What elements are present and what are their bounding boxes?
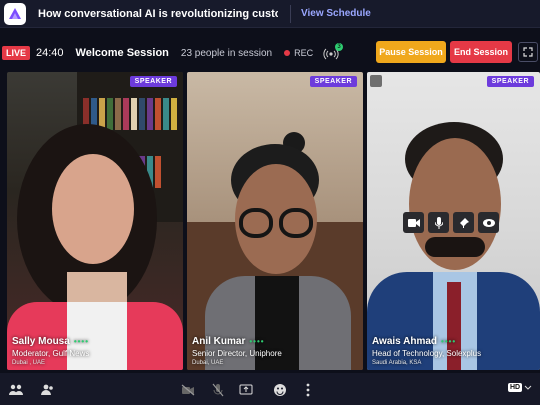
video-tile-sally-mousa[interactable]: SPEAKER Sally Mousa •••• Moderator, Gulf …: [7, 72, 183, 370]
event-title: How conversational AI is revolutionizing…: [38, 7, 278, 20]
view-schedule-link[interactable]: View Schedule: [301, 8, 371, 19]
participant-name: Awais Ahmad: [372, 336, 438, 347]
speaker-badge: SPEAKER: [129, 76, 177, 87]
app-logo-icon: [4, 2, 26, 25]
face-shape: [52, 154, 134, 264]
audio-level-icon: ••••: [73, 337, 90, 346]
microphone-icon[interactable]: [428, 212, 449, 233]
divider: [290, 4, 291, 23]
share-screen-icon[interactable]: [238, 382, 254, 398]
pause-session-button[interactable]: Pause Session: [376, 41, 446, 63]
participant-name: Anil Kumar: [192, 336, 246, 347]
video-tile-awais-ahmad[interactable]: SPEAKER Awais Ahmad •••• Head of Technolo…: [367, 72, 540, 370]
quality-selector[interactable]: HD: [508, 383, 532, 392]
record-dot-icon: [284, 50, 291, 56]
camera-off-icon[interactable]: [180, 382, 196, 398]
video-tile-anil-kumar[interactable]: SPEAKER Anil Kumar •••• Senior Director, …: [187, 72, 363, 370]
glasses-right-lens: [279, 208, 313, 238]
more-options-icon[interactable]: [300, 382, 316, 398]
participant-caption: Awais Ahmad •••• Head of Technology, Sole…: [372, 336, 481, 366]
chevron-down-icon: [524, 385, 532, 390]
end-session-button[interactable]: End Session: [450, 41, 512, 63]
session-timer: 24:40: [36, 47, 64, 59]
mustache-shape: [425, 237, 485, 257]
emoji-icon[interactable]: [272, 382, 288, 398]
people-count[interactable]: 23 people in session: [181, 48, 272, 59]
audio-level-icon: ••••: [441, 337, 457, 346]
participant-caption: Sally Mousa •••• Moderator, Gulf News Dub…: [12, 336, 89, 366]
shrink-icon[interactable]: [370, 75, 382, 87]
participant-location: Dubai, UAE: [192, 360, 224, 366]
live-badge: LIVE: [2, 46, 31, 60]
eye-icon[interactable]: [478, 212, 499, 233]
participant-caption: Anil Kumar •••• Senior Director, Uniphore…: [192, 336, 282, 366]
tile-controls: [403, 212, 499, 233]
top-bar: How conversational AI is revolutionizing…: [0, 0, 540, 28]
speaker-badge: SPEAKER: [486, 76, 534, 87]
layout-icon[interactable]: [8, 382, 24, 398]
participants-icon[interactable]: [40, 382, 56, 398]
bottom-toolbar: HD: [0, 373, 540, 405]
speaker-badge: SPEAKER: [309, 76, 357, 87]
fullscreen-icon[interactable]: [518, 42, 538, 62]
participant-name: Sally Mousa: [12, 336, 70, 347]
session-name: Welcome Session: [75, 47, 169, 59]
participant-location: Dubai , UAE: [12, 360, 46, 366]
broadcast-icon[interactable]: 3: [323, 43, 344, 60]
participant-role: Moderator, Gulf News: [12, 349, 90, 358]
audio-level-icon: ••••: [249, 337, 265, 346]
microphone-off-icon[interactable]: [210, 382, 226, 398]
pin-icon[interactable]: [453, 212, 474, 233]
rec-label: REC: [294, 48, 314, 58]
glasses-left-lens: [239, 208, 273, 238]
participant-role: Senior Director, Uniphore: [192, 349, 282, 358]
notification-badge: 3: [335, 43, 344, 51]
hd-badge: HD: [508, 383, 523, 392]
camera-icon[interactable]: [403, 212, 424, 233]
participant-role: Head of Technology, Solexplus: [372, 349, 482, 358]
participant-location: Saudi Arabia, KSA: [372, 360, 422, 366]
